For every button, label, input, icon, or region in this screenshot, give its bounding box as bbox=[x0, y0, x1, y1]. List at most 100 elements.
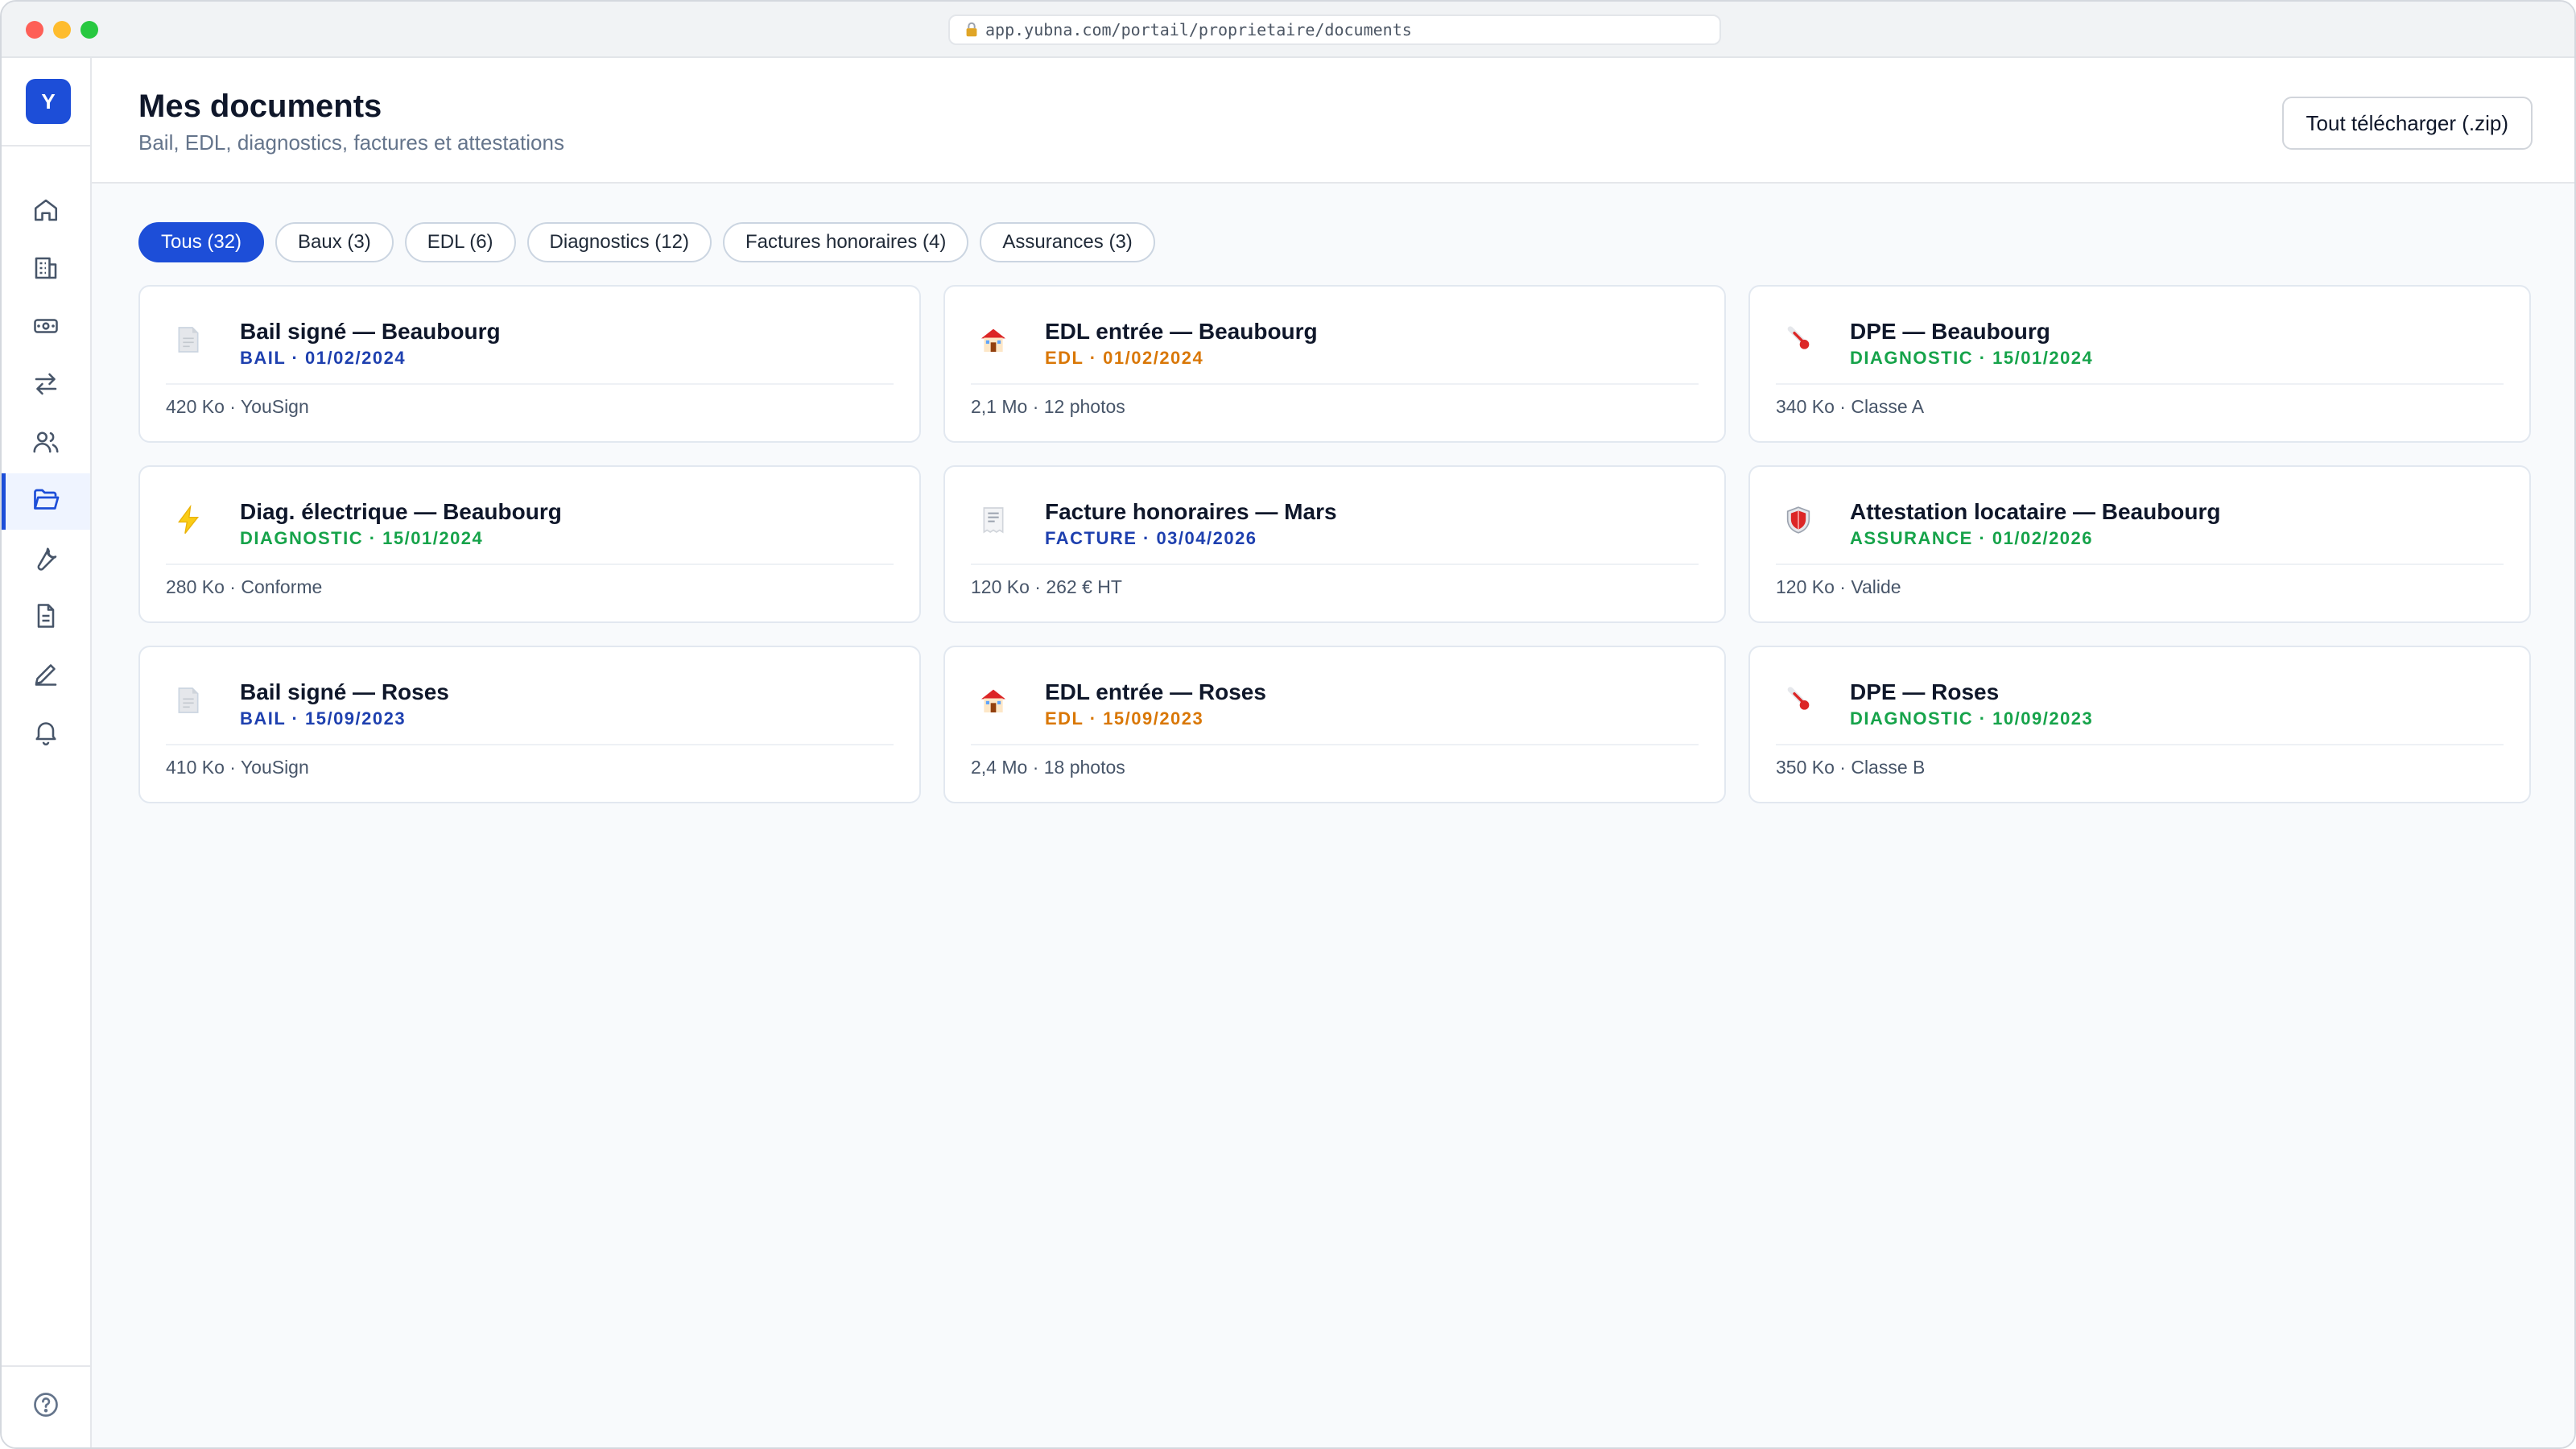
url-text: app.yubna.com/portail/proprietaire/docum… bbox=[985, 20, 1412, 39]
sidebar: Y bbox=[2, 58, 92, 1447]
document-meta: DIAGNOSTIC · 10/09/2023 bbox=[1850, 708, 2094, 729]
page-icon bbox=[172, 684, 204, 716]
maximize-window-button[interactable] bbox=[80, 21, 98, 39]
address-bar[interactable]: app.yubna.com/portail/proprietaire/docum… bbox=[948, 14, 1721, 45]
document-meta: ASSURANCE · 01/02/2026 bbox=[1850, 528, 2094, 548]
document-card[interactable]: EDL entrée — Roses EDL · 15/09/2023 2,4 Mo… bbox=[943, 646, 1726, 803]
filter-chip[interactable]: Assurances (3) bbox=[980, 222, 1155, 262]
sidebar-item-documents[interactable] bbox=[2, 473, 90, 530]
document-info: 2,1 Mo · 12 photos bbox=[971, 396, 1125, 417]
thermometer-icon bbox=[1782, 324, 1814, 356]
document-meta: BAIL · 15/09/2023 bbox=[240, 708, 407, 729]
document-info: 350 Ko · Classe B bbox=[1776, 757, 1926, 778]
document-meta: FACTURE · 03/04/2026 bbox=[1045, 528, 1257, 548]
close-window-button[interactable] bbox=[26, 21, 43, 39]
document-card[interactable]: Bail signé — Beaubourg BAIL · 01/02/2024 4… bbox=[138, 285, 921, 443]
shield-icon bbox=[1782, 504, 1814, 536]
pen-icon bbox=[31, 659, 60, 692]
transfer-icon bbox=[31, 369, 60, 402]
sidebar-item-notifications[interactable] bbox=[2, 705, 90, 762]
building-icon bbox=[31, 254, 60, 287]
document-info: 2,4 Mo · 18 photos bbox=[971, 757, 1125, 778]
document-card[interactable]: Attestation locataire — Beaubourg ASSURAN… bbox=[1748, 465, 2531, 623]
document-title: DPE — Beaubourg bbox=[1850, 319, 2050, 344]
app-logo[interactable]: Y bbox=[26, 79, 71, 124]
sidebar-item-properties[interactable] bbox=[2, 242, 90, 298]
sidebar-item-help[interactable] bbox=[2, 1378, 90, 1435]
sidebar-item-transfers[interactable] bbox=[2, 357, 90, 414]
document-card[interactable]: DPE — Beaubourg DIAGNOSTIC · 15/01/2024 34… bbox=[1748, 285, 2531, 443]
sidebar-item-maintenance[interactable] bbox=[2, 531, 90, 588]
filter-chip[interactable]: Baux (3) bbox=[275, 222, 394, 262]
sidebar-divider bbox=[2, 145, 90, 147]
document-meta: DIAGNOSTIC · 15/01/2024 bbox=[240, 528, 484, 548]
filter-bar: Tous (32) Baux (3) EDL (6) Diagnostics (12)… bbox=[138, 222, 1155, 262]
lightning-icon bbox=[172, 504, 204, 536]
document-card[interactable]: DPE — Roses DIAGNOSTIC · 10/09/2023 350 Ko… bbox=[1748, 646, 2531, 803]
document-info: 120 Ko · Valide bbox=[1776, 576, 1901, 597]
card-divider bbox=[1776, 744, 2504, 745]
document-info: 120 Ko · 262 € HT bbox=[971, 576, 1122, 597]
document-card[interactable]: Facture honoraires — Mars FACTURE · 03/04… bbox=[943, 465, 1726, 623]
card-divider bbox=[971, 564, 1699, 565]
card-divider bbox=[1776, 564, 2504, 565]
document-card[interactable]: Bail signé — Roses BAIL · 15/09/2023 410 K… bbox=[138, 646, 921, 803]
document-title: DPE — Roses bbox=[1850, 679, 2000, 704]
card-divider bbox=[166, 744, 894, 745]
main-content: Mes documents Bail, EDL, diagnostics, fa… bbox=[92, 58, 2574, 1447]
money-icon bbox=[31, 312, 60, 345]
card-divider bbox=[166, 383, 894, 385]
house-icon bbox=[977, 324, 1009, 356]
document-meta: EDL · 01/02/2024 bbox=[1045, 348, 1204, 368]
document-title: EDL entrée — Roses bbox=[1045, 679, 1266, 704]
document-title: Attestation locataire — Beaubourg bbox=[1850, 499, 2221, 524]
document-title: Bail signé — Beaubourg bbox=[240, 319, 501, 344]
document-card[interactable]: Diag. électrique — Beaubourg DIAGNOSTIC ·… bbox=[138, 465, 921, 623]
receipt-icon bbox=[977, 504, 1009, 536]
document-info: 340 Ko · Classe A bbox=[1776, 396, 1925, 417]
document-card[interactable]: EDL entrée — Beaubourg EDL · 01/02/2024 2,… bbox=[943, 285, 1726, 443]
card-divider bbox=[971, 383, 1699, 385]
document-title: Facture honoraires — Mars bbox=[1045, 499, 1337, 524]
users-icon bbox=[31, 427, 60, 460]
browser-window: app.yubna.com/portail/proprietaire/docum… bbox=[0, 0, 2576, 1449]
house-icon bbox=[977, 684, 1009, 716]
page-header: Mes documents Bail, EDL, diagnostics, fa… bbox=[92, 58, 2574, 184]
thermometer-icon bbox=[1782, 684, 1814, 716]
sidebar-item-finances[interactable] bbox=[2, 299, 90, 356]
document-meta: BAIL · 01/02/2024 bbox=[240, 348, 407, 368]
sidebar-item-signatures[interactable] bbox=[2, 647, 90, 704]
lock-icon bbox=[963, 21, 980, 39]
wrench-icon bbox=[31, 543, 60, 576]
page-subtitle: Bail, EDL, diagnostics, factures et atte… bbox=[138, 130, 564, 155]
browser-chrome: app.yubna.com/portail/proprietaire/docum… bbox=[2, 2, 2574, 58]
filter-chip[interactable]: EDL (6) bbox=[404, 222, 516, 262]
home-icon bbox=[31, 196, 60, 229]
card-divider bbox=[971, 744, 1699, 745]
document-title: EDL entrée — Beaubourg bbox=[1045, 319, 1318, 344]
download-all-button[interactable]: Tout télécharger (.zip) bbox=[2281, 97, 2533, 150]
page-icon bbox=[172, 324, 204, 356]
sidebar-divider bbox=[2, 1365, 90, 1367]
filter-chip[interactable]: Tous (32) bbox=[138, 222, 265, 262]
sidebar-item-contracts[interactable] bbox=[2, 589, 90, 646]
filter-chip[interactable]: Diagnostics (12) bbox=[526, 222, 712, 262]
document-meta: DIAGNOSTIC · 15/01/2024 bbox=[1850, 348, 2094, 368]
bell-icon bbox=[31, 717, 60, 750]
card-divider bbox=[166, 564, 894, 565]
card-divider bbox=[1776, 383, 2504, 385]
sidebar-item-home[interactable] bbox=[2, 184, 90, 240]
help-icon bbox=[31, 1390, 60, 1423]
folder-icon bbox=[31, 485, 60, 518]
document-info: 410 Ko · YouSign bbox=[166, 757, 309, 778]
page-title: Mes documents bbox=[138, 89, 382, 124]
document-title: Diag. électrique — Beaubourg bbox=[240, 499, 562, 524]
filter-chip[interactable]: Factures honoraires (4) bbox=[722, 222, 969, 262]
document-title: Bail signé — Roses bbox=[240, 679, 449, 704]
document-info: 420 Ko · YouSign bbox=[166, 396, 309, 417]
document-info: 280 Ko · Conforme bbox=[166, 576, 323, 597]
document-meta: EDL · 15/09/2023 bbox=[1045, 708, 1204, 729]
minimize-window-button[interactable] bbox=[53, 21, 71, 39]
file-icon bbox=[31, 601, 60, 634]
sidebar-item-tenants[interactable] bbox=[2, 415, 90, 472]
